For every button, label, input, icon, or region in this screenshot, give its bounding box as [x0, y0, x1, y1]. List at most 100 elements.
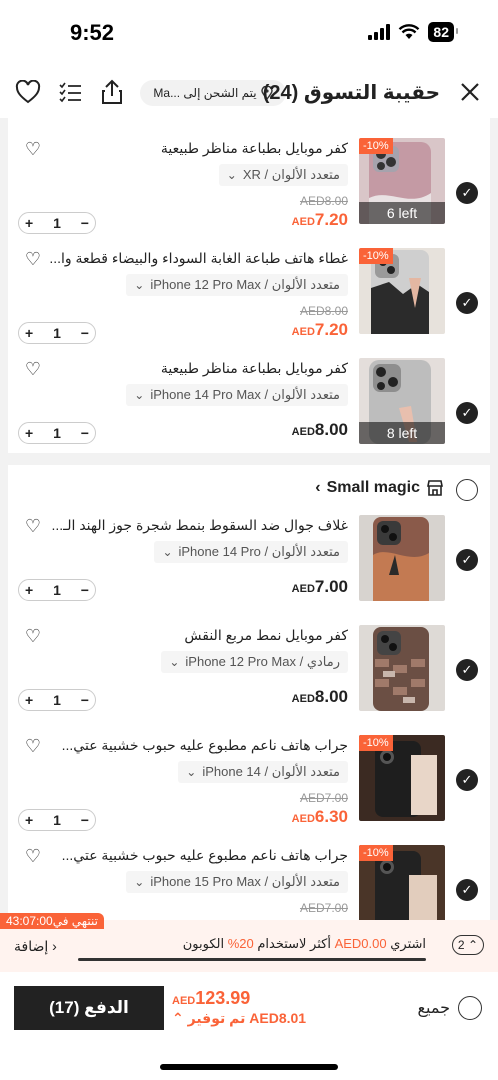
original-price: AED8.00: [299, 304, 348, 318]
quantity-stepper[interactable]: +1 −: [18, 212, 96, 234]
minus-button[interactable]: −: [81, 325, 89, 341]
plus-button[interactable]: +: [25, 692, 33, 708]
item-checkbox[interactable]: ✓: [456, 769, 478, 791]
product-name[interactable]: كفر موبايل بطباعة مناظر طبيعية: [48, 360, 348, 377]
currency-label: AED: [291, 326, 315, 338]
plus-button[interactable]: +: [25, 325, 33, 341]
item-checkbox[interactable]: ✓: [456, 402, 478, 424]
plus-button[interactable]: +: [25, 215, 33, 231]
minus-button[interactable]: −: [81, 812, 89, 828]
product-name[interactable]: جراب هاتف ناعم مطبوع عليه حبوب خشبية عتي…: [48, 847, 348, 864]
currency-label: AED: [291, 426, 315, 438]
signal-icon: [368, 24, 391, 40]
currency-label: AED: [291, 216, 315, 228]
product-name[interactable]: كفر موبايل بطباعة مناظر طبيعية: [48, 140, 348, 157]
wishlist-icon[interactable]: ♡: [22, 625, 44, 647]
select-all-checkbox[interactable]: [458, 996, 482, 1020]
price-value: 7.20: [314, 320, 348, 339]
savings-label[interactable]: ⌃ تم توفير AED8.01: [172, 1010, 306, 1027]
cart-list[interactable]: ✓ -10% 6 left كفر موبايل بطباعة مناظر طب…: [0, 118, 498, 920]
quantity-value: 1: [53, 692, 61, 708]
coupon-badge[interactable]: 2 ⌃: [451, 935, 484, 955]
item-checkbox[interactable]: ✓: [456, 879, 478, 901]
store-link[interactable]: ‹ Small magic: [315, 479, 444, 497]
product-image[interactable]: 8 left: [359, 358, 445, 444]
item-checkbox[interactable]: ✓: [456, 659, 478, 681]
battery-icon: 82: [428, 22, 458, 42]
item-price: AED7.00: [292, 577, 348, 597]
select-all-toggle[interactable]: جميع: [418, 996, 482, 1020]
store-name: Small magic: [326, 479, 420, 496]
quantity-stepper[interactable]: +1 −: [18, 422, 96, 444]
share-icon[interactable]: [98, 78, 126, 106]
variant-selector[interactable]: متعدد الألوان / iPhone 14 Pro ⌄: [154, 541, 348, 563]
quantity-stepper[interactable]: +1 −: [18, 809, 96, 831]
product-image[interactable]: -10%: [359, 735, 445, 821]
cart-item: ✓ -10% جراب هاتف ناعم مطبوع عليه حبوب خش…: [8, 845, 490, 920]
store-card: ‹ Small magic ✓ غلاف جوال ضد السقوط بنمط…: [8, 465, 490, 920]
minus-button[interactable]: −: [81, 582, 89, 598]
wishlist-icon[interactable]: ♡: [22, 138, 44, 160]
wishlist-icon[interactable]: ♡: [22, 735, 44, 757]
plus-button[interactable]: +: [25, 425, 33, 441]
item-checkbox[interactable]: ✓: [456, 549, 478, 571]
promo-text-mid: أكثر لاستخدام: [253, 936, 335, 951]
discount-badge: -10%: [359, 138, 393, 154]
quantity-value: 1: [53, 215, 61, 231]
variant-label: متعدد الألوان / iPhone 15 Pro Max: [150, 874, 340, 889]
quantity-stepper[interactable]: +1 −: [18, 689, 96, 711]
minus-button[interactable]: −: [81, 215, 89, 231]
product-name[interactable]: جراب هاتف ناعم مطبوع عليه حبوب خشبية عتي…: [48, 737, 348, 754]
product-image[interactable]: -10%: [359, 248, 445, 334]
minus-button[interactable]: −: [81, 692, 89, 708]
variant-selector[interactable]: متعدد الألوان / iPhone 15 Pro Max ⌄: [126, 871, 348, 893]
chevron-left-icon: ‹: [48, 938, 57, 954]
variant-label: متعدد الألوان / iPhone 14 Pro Max: [150, 387, 340, 402]
wishlist-icon[interactable]: ♡: [22, 515, 44, 537]
item-checkbox[interactable]: ✓: [456, 292, 478, 314]
plus-button[interactable]: +: [25, 812, 33, 828]
heart-icon[interactable]: [14, 78, 42, 106]
wishlist-icon[interactable]: ♡: [22, 358, 44, 380]
variant-selector[interactable]: رمادي / iPhone 12 Pro Max ⌄: [161, 651, 348, 673]
variant-selector[interactable]: متعدد الألوان / iPhone 14 ⌄: [178, 761, 348, 783]
plus-button[interactable]: +: [25, 582, 33, 598]
store-icon: [427, 480, 443, 496]
currency-label: AED: [291, 693, 315, 705]
product-image[interactable]: [359, 515, 445, 601]
status-icons: 82: [368, 22, 458, 42]
add-more-link[interactable]: ‹ إضافة: [14, 938, 57, 955]
stock-left-label: 8 left: [359, 422, 445, 444]
sale-price: AED6.30: [292, 807, 348, 827]
variant-selector[interactable]: متعدد الألوان / iPhone 12 Pro Max ⌄: [126, 274, 348, 296]
variant-selector[interactable]: متعدد الألوان / XR ⌄: [218, 164, 348, 186]
quantity-stepper[interactable]: +1 −: [18, 579, 96, 601]
chevron-left-icon: ‹: [315, 479, 321, 496]
wishlist-icon[interactable]: ♡: [22, 248, 44, 270]
home-indicator: [160, 1064, 338, 1070]
close-icon[interactable]: [456, 78, 484, 106]
product-image[interactable]: [359, 625, 445, 711]
minus-button[interactable]: −: [81, 425, 89, 441]
product-image[interactable]: -10%: [359, 845, 445, 920]
price-value: 8.00: [314, 687, 348, 706]
checkout-button[interactable]: الدفع (17): [14, 986, 164, 1030]
promo-progress-bar: [78, 958, 426, 961]
product-name[interactable]: كفر موبايل نمط مربع النقش: [48, 627, 348, 644]
product-name[interactable]: غلاف جوال ضد السقوط بنمط شجرة جوز الهند …: [48, 517, 348, 534]
store-card: ✓ -10% 6 left كفر موبايل بطباعة مناظر طب…: [8, 118, 490, 453]
chevron-down-icon: ⌄: [162, 545, 173, 559]
cart-item: ✓ 8 left كفر موبايل بطباعة مناظر طبيعية …: [8, 358, 490, 452]
cart-item: ✓ كفر موبايل نمط مربع النقش رمادي / iPho…: [8, 625, 490, 719]
store-checkbox[interactable]: [456, 479, 478, 501]
stock-left-label: 6 left: [359, 202, 445, 224]
variant-selector[interactable]: متعدد الألوان / iPhone 14 Pro Max ⌄: [126, 384, 348, 406]
wishlist-icon[interactable]: ♡: [22, 845, 44, 867]
product-image[interactable]: -10% 6 left: [359, 138, 445, 224]
item-checkbox[interactable]: ✓: [456, 182, 478, 204]
checkout-footer: جميع AED123.99 ⌃ تم توفير AED8.01 الدفع …: [0, 972, 498, 1080]
product-name[interactable]: غطاء هاتف طباعة الغابة السوداء والبيضاء …: [48, 250, 348, 267]
chevron-down-icon: ⌄: [186, 765, 197, 779]
quantity-stepper[interactable]: +1 −: [18, 322, 96, 344]
checklist-icon[interactable]: [56, 78, 84, 106]
